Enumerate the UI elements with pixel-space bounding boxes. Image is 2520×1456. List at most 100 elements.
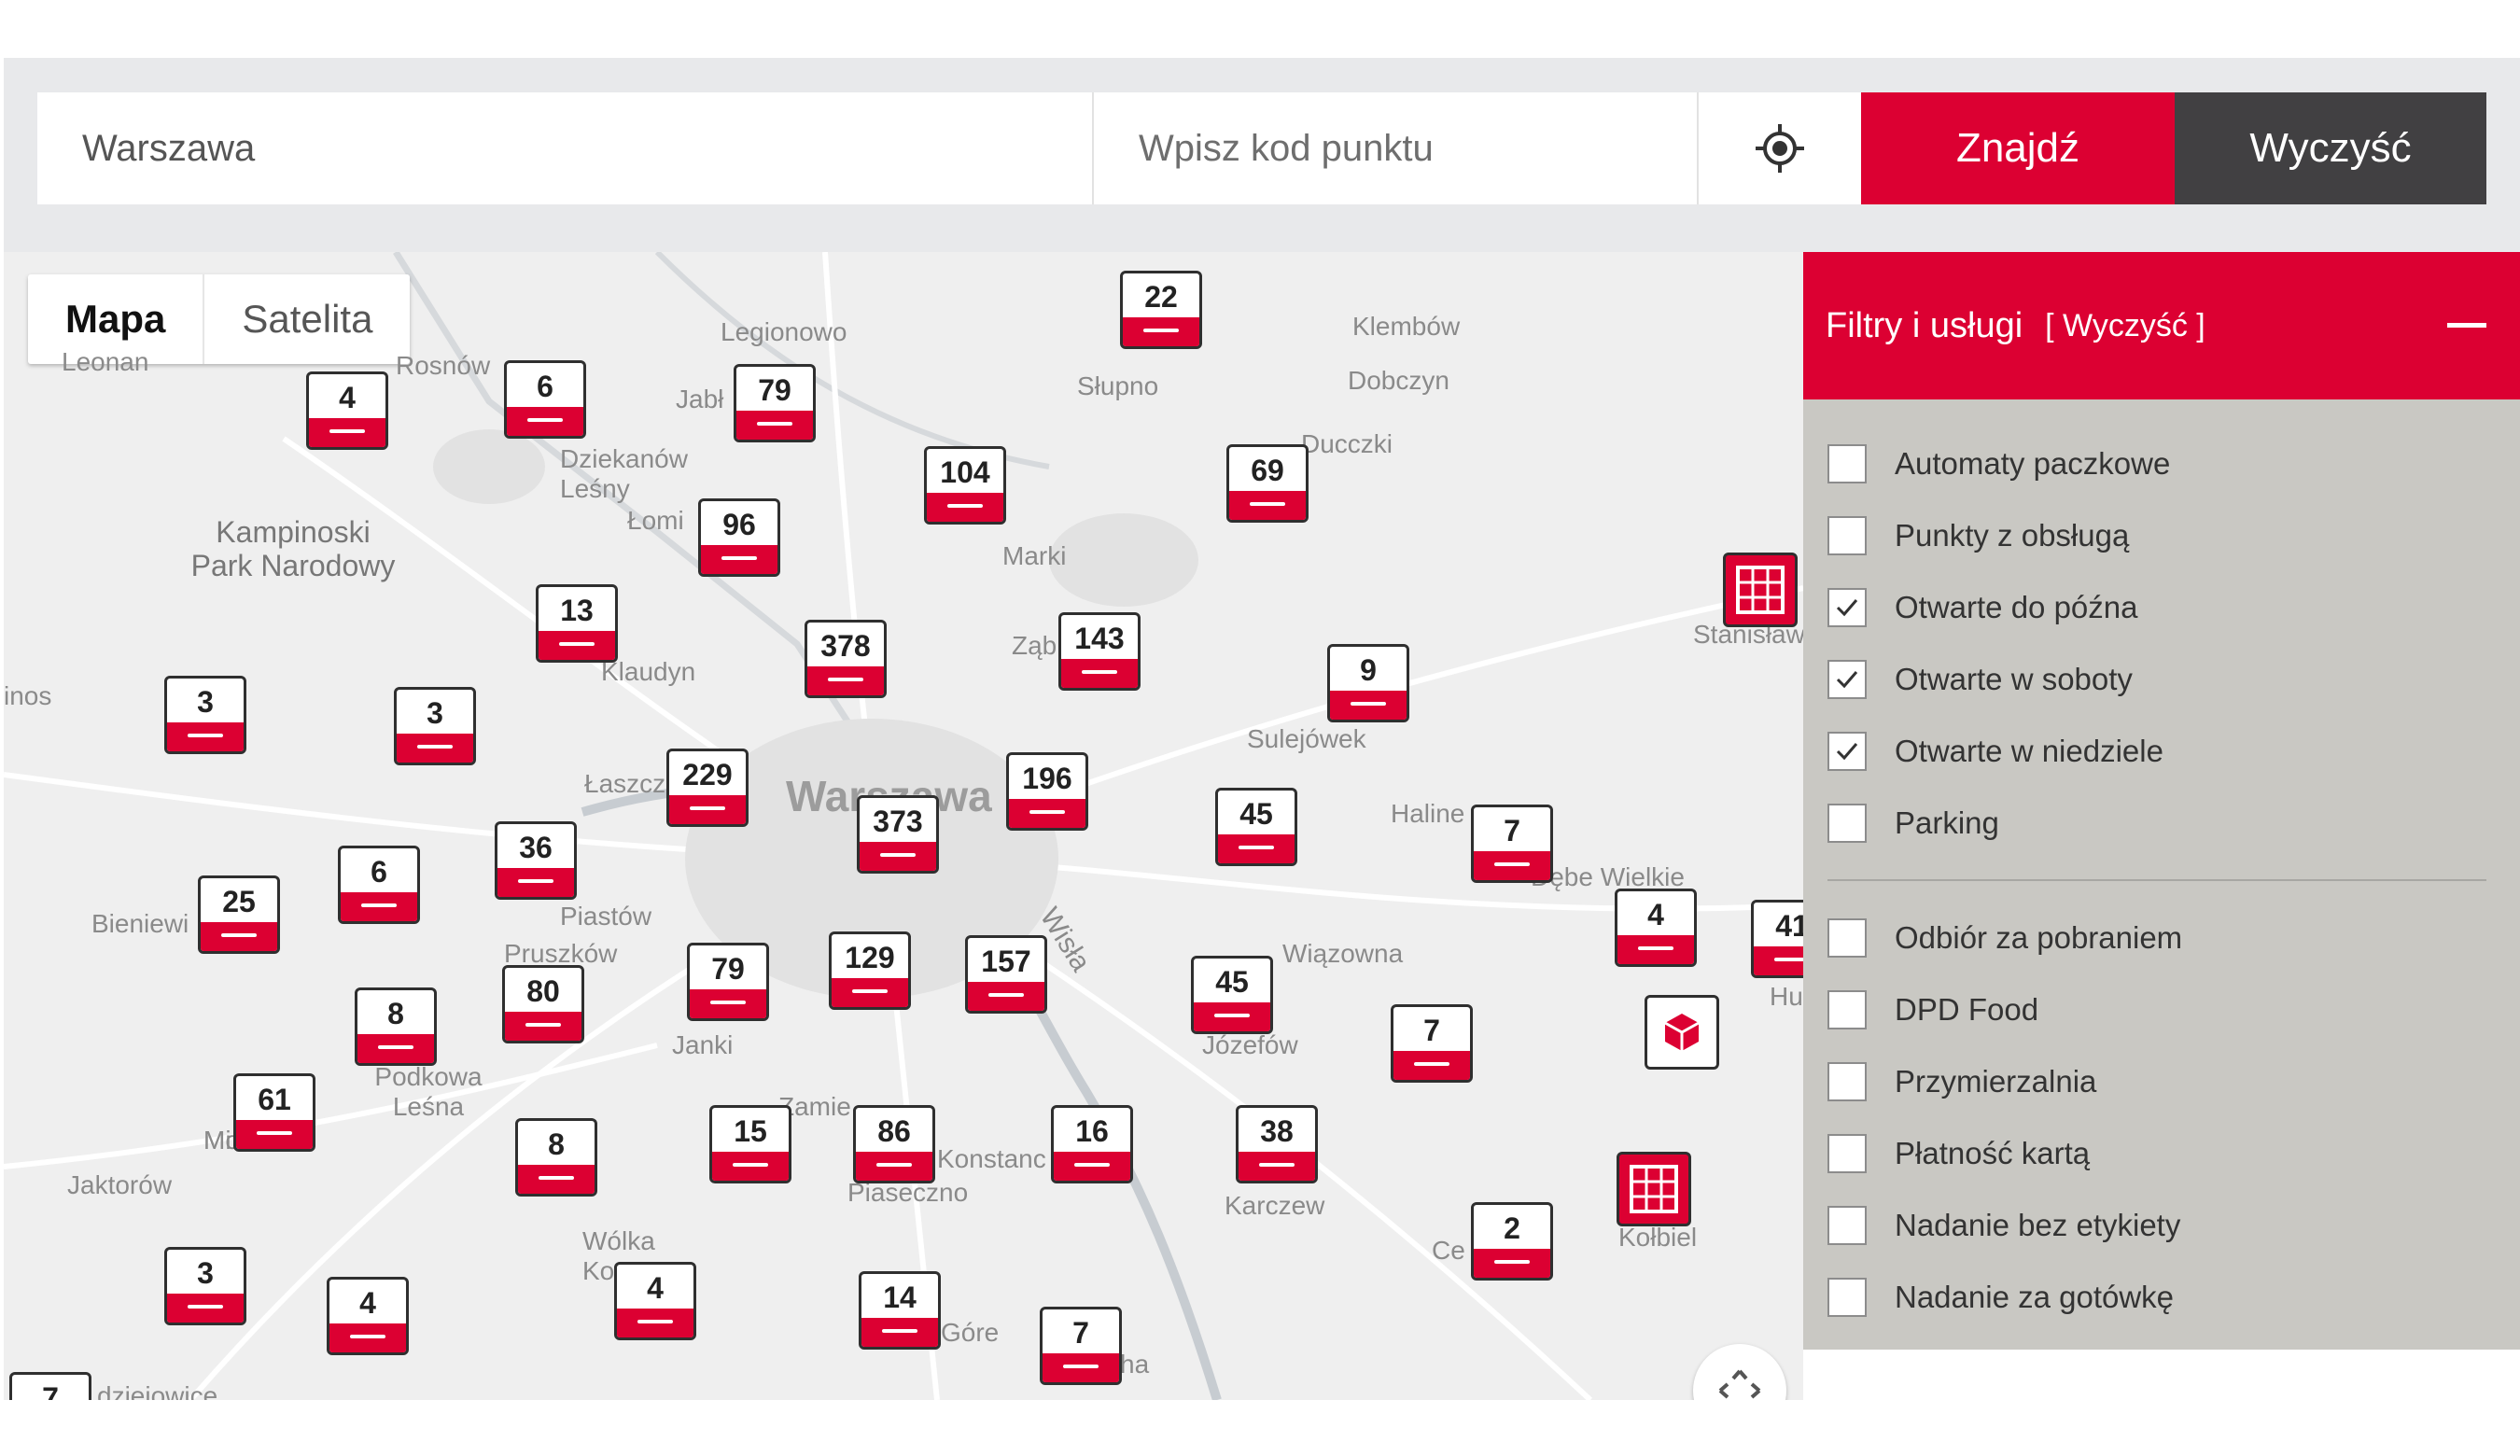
parcel-locker-pin[interactable] <box>1617 1152 1691 1226</box>
checkbox-checked[interactable] <box>1827 731 1867 771</box>
filter-option[interactable]: Płatność kartą <box>1803 1117 2520 1189</box>
cluster-marker[interactable]: 373 <box>857 795 939 874</box>
clear-button[interactable]: Wyczyść <box>2175 92 2486 204</box>
pickup-point-pin[interactable] <box>1645 995 1719 1070</box>
checkbox-checked[interactable] <box>1827 659 1867 699</box>
filter-option[interactable]: Otwarte do późna <box>1803 571 2520 643</box>
cluster-marker[interactable]: 7 <box>1471 805 1553 883</box>
filter-option[interactable]: Odbiór za pobraniem <box>1803 902 2520 973</box>
cluster-marker[interactable]: 229 <box>666 749 749 827</box>
cluster-marker[interactable]: 69 <box>1226 444 1309 523</box>
place-label: Janki <box>672 1030 734 1059</box>
place-label: Konstanc <box>937 1144 1046 1173</box>
cluster-marker[interactable]: 7 <box>9 1372 91 1400</box>
find-button[interactable]: Znajdź <box>1861 92 2175 204</box>
filter-option[interactable]: Otwarte w soboty <box>1803 643 2520 715</box>
cluster-marker[interactable]: 4 <box>1615 889 1697 967</box>
city-input[interactable]: Warszawa <box>37 92 1094 204</box>
cluster-marker[interactable]: 143 <box>1058 612 1141 691</box>
cluster-marker[interactable]: 3 <box>394 687 476 765</box>
filters-reset-link[interactable]: [ Wyczyść ] <box>2045 308 2205 344</box>
cluster-marker[interactable]: 104 <box>924 446 1006 525</box>
checkbox-checked[interactable] <box>1827 587 1867 627</box>
cluster-marker[interactable]: 3 <box>164 1247 246 1325</box>
cluster-marker[interactable]: 4 <box>306 371 388 450</box>
cluster-marker[interactable]: 129 <box>829 931 911 1010</box>
place-label: dziejowice <box>97 1381 218 1400</box>
cluster-marker[interactable]: 41 <box>1751 900 1803 978</box>
checkbox[interactable] <box>1827 443 1867 483</box>
cluster-marker[interactable]: 13 <box>536 584 618 663</box>
cluster-marker[interactable]: 22 <box>1120 271 1202 349</box>
cluster-marker[interactable]: 61 <box>233 1073 315 1152</box>
cluster-marker[interactable]: 196 <box>1006 752 1088 831</box>
tab-satellite[interactable]: Satelita <box>204 274 410 364</box>
cluster-marker[interactable]: 6 <box>338 846 420 924</box>
cluster-marker[interactable]: 15 <box>709 1105 791 1183</box>
locate-button[interactable] <box>1699 92 1861 204</box>
expand-icon <box>1718 1369 1761 1399</box>
parcel-locker-pin[interactable] <box>1723 553 1798 627</box>
checkbox[interactable] <box>1827 1277 1867 1317</box>
filter-option[interactable]: DPD Food <box>1803 973 2520 1045</box>
place-label: Kołbiel <box>1618 1223 1698 1252</box>
cluster-marker[interactable]: 16 <box>1051 1105 1133 1183</box>
filter-option[interactable]: Nadanie bez etykiety <box>1803 1189 2520 1261</box>
cluster-marker[interactable]: 378 <box>805 620 887 698</box>
place-label: Rosnów <box>396 351 491 380</box>
filter-option[interactable]: Przymierzalnia <box>1803 1045 2520 1117</box>
cluster-marker[interactable]: 79 <box>734 364 816 442</box>
cluster-marker[interactable]: 25 <box>198 875 280 954</box>
checkbox[interactable] <box>1827 917 1867 958</box>
checkbox[interactable] <box>1827 515 1867 555</box>
cluster-marker[interactable]: 4 <box>327 1277 409 1355</box>
place-label: Bieniewi <box>91 909 189 938</box>
cluster-marker[interactable]: 36 <box>495 821 577 900</box>
filters-header[interactable]: Filtry i usługi [ Wyczyść ] <box>1803 252 2520 399</box>
map-area[interactable]: Mapa Satelita Legionowo Klembów Słupno D… <box>4 252 1803 1400</box>
crosshair-icon <box>1756 124 1804 173</box>
filter-option[interactable]: Otwarte w niedziele <box>1803 715 2520 787</box>
cluster-marker[interactable]: 8 <box>515 1118 597 1197</box>
cluster-marker[interactable]: 86 <box>853 1105 935 1183</box>
place-label: Łaszcz <box>584 769 666 798</box>
filter-option[interactable]: Parking <box>1803 787 2520 859</box>
cluster-marker[interactable]: 14 <box>859 1271 941 1350</box>
cluster-marker[interactable]: 7 <box>1391 1004 1473 1083</box>
cluster-marker[interactable]: 4 <box>614 1262 696 1340</box>
place-label: Łomi <box>627 506 684 535</box>
point-code-input[interactable]: Wpisz kod punktu <box>1094 92 1699 204</box>
filter-option[interactable]: Punkty z obsługą <box>1803 499 2520 571</box>
checkbox[interactable] <box>1827 1205 1867 1245</box>
cluster-marker[interactable]: 79 <box>687 943 769 1021</box>
filter-option[interactable]: Automaty paczkowe <box>1803 427 2520 499</box>
filter-options: Automaty paczkowe Punkty z obsługą Otwarte… <box>1803 399 2520 1333</box>
checkbox[interactable] <box>1827 803 1867 843</box>
cluster-marker[interactable]: 45 <box>1191 956 1273 1034</box>
place-label: Jaktorów <box>67 1170 173 1199</box>
divider <box>1827 879 2486 881</box>
cluster-marker[interactable]: 157 <box>965 935 1047 1014</box>
check-icon <box>1836 670 1858 688</box>
minus-icon[interactable] <box>2447 323 2486 328</box>
cluster-marker[interactable]: 3 <box>164 676 246 754</box>
checkbox[interactable] <box>1827 989 1867 1029</box>
checkbox[interactable] <box>1827 1133 1867 1173</box>
filter-option-label: Punkty z obsługą <box>1895 517 2130 553</box>
filter-option-label: Parking <box>1895 805 1999 840</box>
cluster-marker[interactable]: 96 <box>698 498 780 577</box>
checkbox[interactable] <box>1827 1061 1867 1101</box>
cluster-marker[interactable]: 38 <box>1236 1105 1318 1183</box>
filter-option-label: Automaty paczkowe <box>1895 445 2171 481</box>
filter-option-label: Nadanie bez etykiety <box>1895 1207 2181 1242</box>
cluster-marker[interactable]: 6 <box>504 360 586 439</box>
cluster-marker[interactable]: 80 <box>502 965 584 1043</box>
cluster-marker[interactable]: 7 <box>1040 1307 1122 1385</box>
cluster-marker[interactable]: 8 <box>355 987 437 1066</box>
cluster-marker[interactable]: 9 <box>1327 644 1409 722</box>
place-label: Podkowa Leśna <box>374 1062 483 1121</box>
filter-option[interactable]: Nadanie za gotówkę <box>1803 1261 2520 1333</box>
cluster-marker[interactable]: 45 <box>1215 788 1297 866</box>
place-label: Marki <box>1002 541 1067 570</box>
cluster-marker[interactable]: 2 <box>1471 1202 1553 1281</box>
